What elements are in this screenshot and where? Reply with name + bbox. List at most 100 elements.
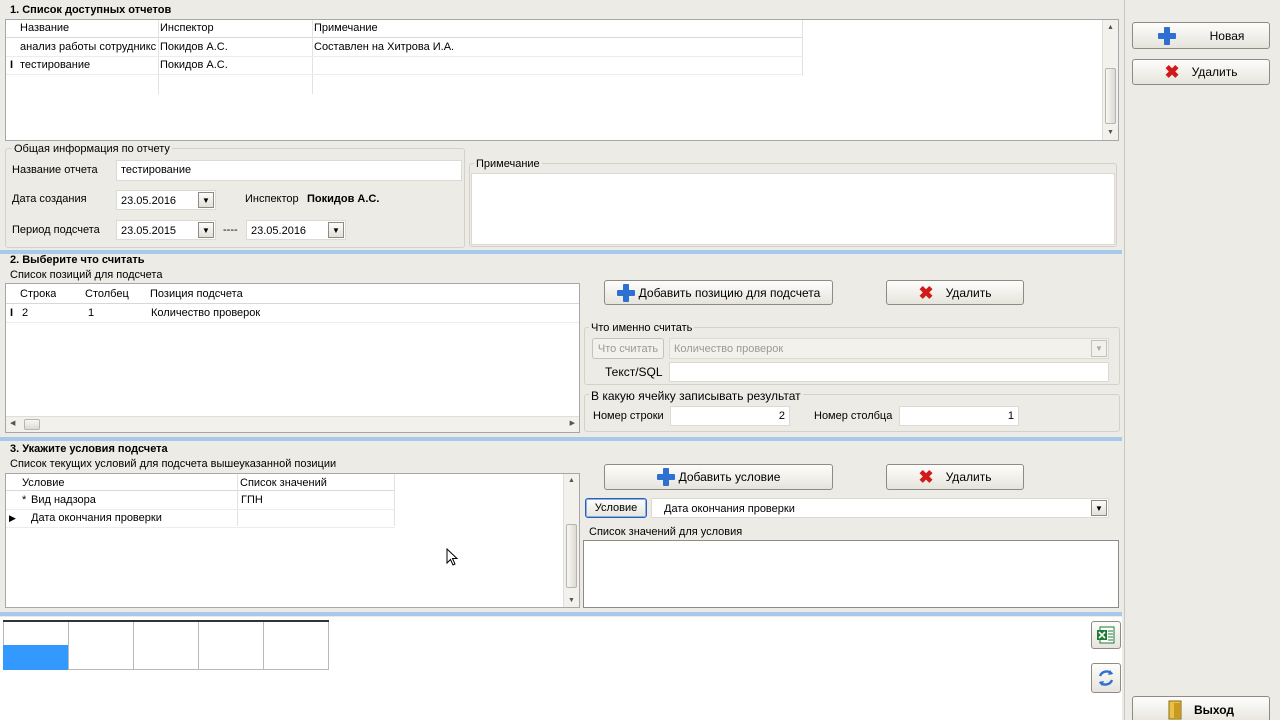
what-to-count-title: Что именно считать (589, 322, 695, 334)
chevron-down-icon[interactable]: ▼ (198, 192, 214, 208)
delete-report-label: Удалить (1191, 65, 1238, 79)
chevron-down-icon[interactable]: ▼ (198, 222, 214, 238)
preview-cell[interactable] (263, 645, 329, 670)
scroll-down-arrow[interactable]: ▼ (1103, 129, 1118, 136)
positions-hscrollbar[interactable]: ◀ ▶ (6, 416, 579, 432)
row-number-label: Номер строки (593, 410, 664, 422)
row-marker: I (10, 59, 14, 71)
conditions-grid-header: Условие Список значений (6, 474, 395, 491)
section-separator (0, 612, 1122, 616)
table-row[interactable]: I тестирование Покидов А.С. (6, 57, 803, 75)
exit-button[interactable]: Выход (1132, 696, 1270, 720)
values-list[interactable] (583, 540, 1119, 608)
preview-cell[interactable] (263, 620, 329, 646)
new-report-label: Новая (1209, 28, 1245, 43)
excel-icon (1097, 626, 1115, 644)
conditions-grid[interactable]: Условие Список значений * Вид надзора ГП… (5, 473, 580, 608)
cell-inspector[interactable]: Покидов А.С. (160, 59, 228, 71)
preview-cell[interactable] (133, 645, 199, 670)
cell-name[interactable]: тестирование (20, 59, 90, 71)
preview-cell[interactable] (68, 645, 134, 670)
column-header-row[interactable]: Строка (20, 288, 56, 300)
cell-col[interactable]: 1 (88, 307, 94, 319)
add-condition-button[interactable]: Добавить условие (604, 464, 833, 490)
section-separator (0, 437, 1122, 441)
condition-select-value: Дата окончания проверки (664, 503, 795, 515)
export-excel-button[interactable] (1091, 621, 1121, 649)
cell-position[interactable]: Количество проверок (151, 307, 260, 319)
table-row[interactable]: ▶ Дата окончания проверки (6, 510, 395, 528)
condition-select[interactable]: Дата окончания проверки ▼ (651, 498, 1109, 518)
scroll-thumb[interactable] (566, 524, 577, 588)
mouse-cursor-icon (446, 548, 458, 566)
column-header-condition[interactable]: Условие (22, 477, 65, 489)
table-row[interactable]: анализ работы сотрудникс Покидов А.С. Со… (6, 39, 803, 57)
conditions-scrollbar[interactable]: ▲ ▼ (563, 474, 579, 607)
preview-cell[interactable] (133, 620, 199, 646)
new-report-button[interactable]: Новая (1132, 22, 1270, 49)
table-row[interactable]: * Вид надзора ГПН (6, 492, 395, 510)
created-date-picker[interactable]: 23.05.2016 ▼ (116, 190, 216, 210)
column-header-position[interactable]: Позиция подсчета (150, 288, 243, 300)
col-number-field[interactable]: 1 (899, 406, 1019, 426)
plus-icon (1157, 26, 1176, 45)
preview-cell[interactable] (198, 645, 264, 670)
period-to-value: 23.05.2016 (251, 225, 307, 237)
preview-cell[interactable] (68, 620, 134, 646)
chevron-down-icon[interactable]: ▼ (1091, 500, 1107, 516)
scroll-left-arrow[interactable]: ◀ (10, 419, 15, 427)
condition-button-label: Условие (594, 502, 638, 514)
preview-cell[interactable] (3, 620, 69, 646)
positions-grid-header: Строка Столбец Позиция подсчета (6, 284, 579, 304)
column-header-note[interactable]: Примечание (314, 22, 378, 34)
general-info-title: Общая информация по отчету (12, 143, 172, 155)
what-to-count-button[interactable]: Что считать (592, 338, 664, 359)
scroll-down-arrow[interactable]: ▼ (564, 597, 579, 604)
inspector-label: Инспектор (245, 193, 299, 205)
cell-note[interactable]: Составлен на Хитрова И.А. (314, 41, 454, 53)
period-from-picker[interactable]: 23.05.2015 ▼ (116, 220, 216, 240)
refresh-button[interactable] (1091, 663, 1121, 693)
delete-condition-button[interactable]: ✖ Удалить (886, 464, 1024, 490)
report-name-field[interactable]: тестирование (116, 160, 462, 181)
scroll-up-arrow[interactable]: ▲ (1103, 24, 1118, 31)
row-marker: * (22, 494, 27, 506)
section1-title: 1. Список доступных отчетов (10, 4, 172, 16)
column-header-inspector[interactable]: Инспектор (160, 22, 214, 34)
delete-x-icon: ✖ (918, 282, 934, 303)
column-header-col[interactable]: Столбец (85, 288, 129, 300)
chevron-down-icon[interactable]: ▼ (328, 222, 344, 238)
cell-values[interactable]: ГПН (241, 494, 263, 506)
reports-grid[interactable]: Название Инспектор Примечание анализ раб… (5, 19, 1119, 141)
scroll-up-arrow[interactable]: ▲ (564, 477, 579, 484)
cell-name[interactable]: анализ работы сотрудникс (20, 41, 158, 53)
what-to-count-value: Количество проверок (674, 343, 784, 355)
delete-position-label: Удалить (945, 285, 992, 300)
scroll-right-arrow[interactable]: ▶ (570, 419, 575, 427)
preview-cell[interactable] (198, 620, 264, 646)
cell-condition[interactable]: Дата окончания проверки (31, 512, 162, 524)
right-panel-divider (1124, 0, 1125, 720)
scroll-thumb[interactable] (24, 419, 40, 430)
text-sql-field[interactable] (669, 362, 1109, 382)
column-header-values[interactable]: Список значений (240, 477, 327, 489)
cell-row[interactable]: 2 (22, 307, 28, 319)
column-header-name[interactable]: Название (20, 22, 69, 34)
chevron-down-icon[interactable]: ▼ (1091, 340, 1107, 357)
preview-cell-selected[interactable] (3, 645, 69, 670)
cell-condition[interactable]: Вид надзора (31, 494, 96, 506)
delete-condition-label: Удалить (945, 470, 992, 484)
note-textarea[interactable] (471, 173, 1115, 245)
delete-position-button[interactable]: ✖ Удалить (886, 280, 1024, 305)
table-row[interactable]: I 2 1 Количество проверок (6, 305, 579, 323)
delete-report-button[interactable]: ✖ Удалить (1132, 59, 1270, 85)
period-to-picker[interactable]: 23.05.2016 ▼ (246, 220, 346, 240)
what-to-count-select[interactable]: Количество проверок ▼ (669, 338, 1109, 359)
reports-scrollbar[interactable]: ▲ ▼ (1102, 20, 1118, 140)
condition-button[interactable]: Условие (585, 498, 647, 518)
cell-inspector[interactable]: Покидов А.С. (160, 41, 228, 53)
positions-grid[interactable]: Строка Столбец Позиция подсчета I 2 1 Ко… (5, 283, 580, 433)
scroll-thumb[interactable] (1105, 68, 1116, 124)
row-number-field[interactable]: 2 (670, 406, 790, 426)
add-position-button[interactable]: Добавить позицию для подсчета (604, 280, 833, 305)
